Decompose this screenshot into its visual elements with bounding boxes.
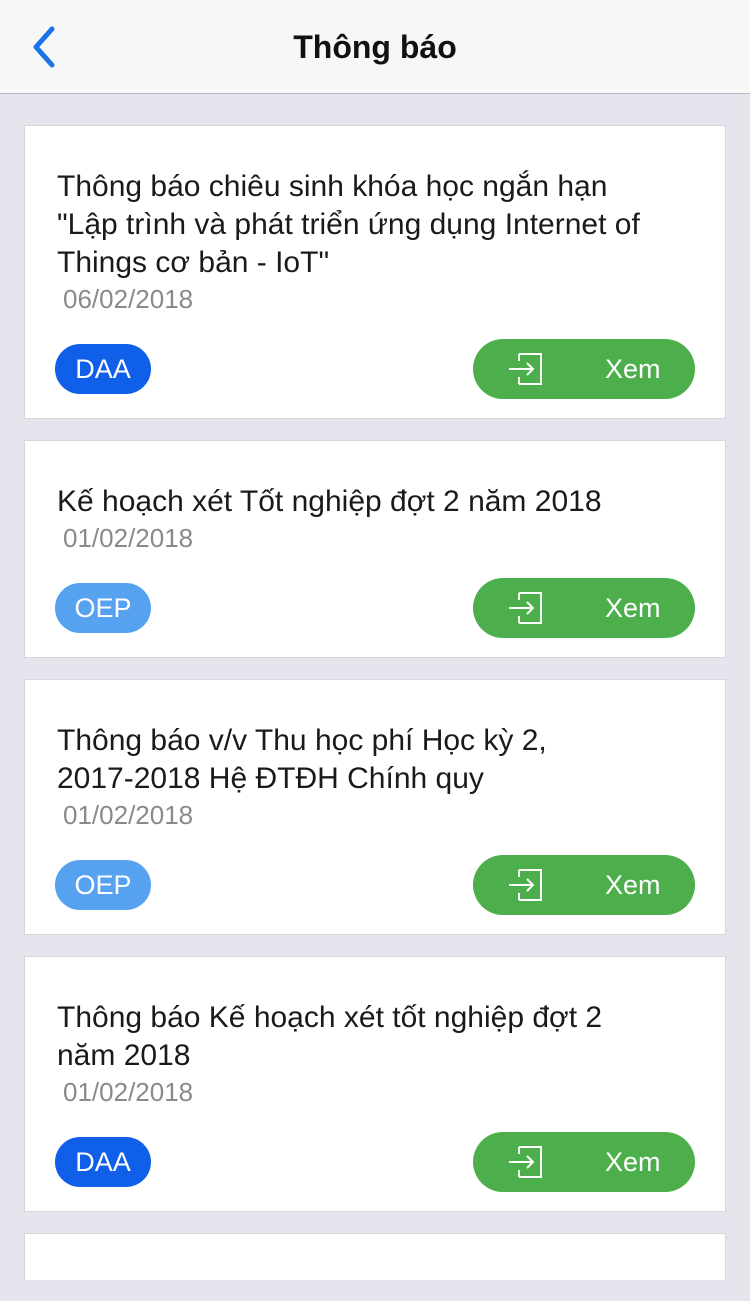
notification-title: Kế hoạch xét Tốt nghiệp đợt 2 năm 2018	[57, 483, 699, 521]
notification-title-line: Kế hoạch xét Tốt nghiệp đợt 2 năm 2018	[57, 485, 602, 518]
notification-title-line: Things cơ bản - IoT"	[57, 246, 330, 279]
notification-card: Thông báo v/v Thu học phí Học kỳ 2, 2017…	[24, 679, 726, 935]
sign-in-icon	[509, 592, 542, 624]
view-button-label: Xem	[605, 593, 661, 623]
notification-list: Thông báo chiêu sinh khóa học ngắn hạn "…	[24, 125, 726, 1301]
notification-title-line: Thông báo Kế hoạch xét tốt nghiệp đợt 2	[57, 1001, 603, 1034]
view-button-label: Xem	[605, 870, 661, 900]
notification-date: 01/02/2018	[63, 800, 194, 830]
notification-title: Thông báo v/v Thu học phí Học kỳ 2, 2017…	[57, 722, 699, 798]
navigation-bar: Thông báo	[0, 0, 750, 94]
notification-card: Kế hoạch xét Tốt nghiệp đợt 2 năm 2018 0…	[24, 440, 726, 658]
view-button-label: Xem	[605, 1147, 661, 1177]
source-badge: OEP	[55, 860, 151, 910]
sign-in-icon	[509, 1146, 542, 1178]
notification-date: 06/02/2018	[63, 284, 194, 314]
view-button[interactable]: Xem	[473, 339, 695, 399]
notification-title-line: "Lập trình và phát triển ứng dụng Intern…	[57, 208, 640, 241]
notification-title-line: Thông báo v/v Thu học phí Học kỳ 2,	[57, 724, 547, 757]
sign-in-icon	[509, 353, 542, 385]
notification-title-line: 2017-2018 Hệ ĐTĐH Chính quy	[57, 762, 484, 795]
view-button-label: Xem	[605, 354, 661, 384]
notification-card-partial	[24, 1233, 726, 1280]
notification-date: 01/02/2018	[63, 523, 194, 553]
notification-title-line: Thông báo chiêu sinh khóa học ngắn hạn	[57, 170, 608, 203]
notification-card: Thông báo Kế hoạch xét tốt nghiệp đợt 2 …	[24, 956, 726, 1212]
view-button[interactable]: Xem	[473, 855, 695, 915]
page-title: Thông báo	[293, 29, 457, 65]
source-badge: OEP	[55, 583, 151, 633]
notification-date: 01/02/2018	[63, 1077, 194, 1107]
notification-card: Thông báo chiêu sinh khóa học ngắn hạn "…	[24, 125, 726, 419]
view-button[interactable]: Xem	[473, 1132, 695, 1192]
source-badge: DAA	[55, 1137, 151, 1187]
notification-title: Thông báo chiêu sinh khóa học ngắn hạn "…	[57, 168, 699, 282]
notification-title: Thông báo Kế hoạch xét tốt nghiệp đợt 2 …	[57, 999, 699, 1075]
sign-in-icon	[509, 869, 542, 901]
view-button[interactable]: Xem	[473, 578, 695, 638]
source-badge: DAA	[55, 344, 151, 394]
notification-title-line: năm 2018	[57, 1039, 191, 1072]
